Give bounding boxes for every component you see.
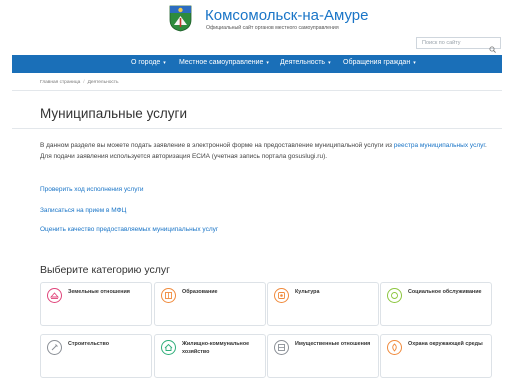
chevron-down-icon: ▾	[328, 60, 331, 66]
category-label: Жилищно-коммунальное хозяйство	[182, 341, 250, 355]
category-label: Имущественные отношения	[295, 341, 371, 347]
category-card-environment[interactable]: Охрана окружающей среды	[380, 334, 492, 378]
registry-link[interactable]: реестра муниципальных	[394, 142, 468, 149]
breadcrumb-separator: /	[83, 80, 85, 85]
registry-link-cont[interactable]: услуг	[470, 142, 485, 149]
category-label: Охрана окружающей среды	[408, 341, 483, 347]
rate-quality-link[interactable]: Оценить качество предоставляемых муницип…	[40, 226, 218, 233]
chevron-down-icon: ▾	[413, 60, 416, 66]
category-card-housing[interactable]: Жилищно-коммунальное хозяйство	[154, 334, 266, 378]
housing-icon	[161, 340, 176, 355]
category-label: Культура	[295, 289, 320, 295]
search-input[interactable]: Поиск по сайту	[416, 37, 501, 53]
nav-item-label: Обращения граждан	[343, 59, 411, 66]
breadcrumb: Главная страница / Деятельность	[40, 80, 119, 85]
category-card-construction[interactable]: Строительство	[40, 334, 152, 378]
nav-item-local-government[interactable]: Местное самоуправление ▾	[179, 59, 269, 66]
category-card-culture[interactable]: Культура	[267, 282, 379, 326]
nav-item-label: Местное самоуправление	[179, 59, 264, 66]
breadcrumb-home[interactable]: Главная страница	[40, 80, 80, 85]
nav-item-label: О городе	[131, 59, 161, 66]
property-icon	[274, 340, 289, 355]
culture-icon	[274, 288, 289, 303]
categories-title: Выберите категорию услуг	[40, 264, 170, 276]
breadcrumb-current[interactable]: Деятельность	[88, 80, 119, 85]
page-title: Муниципальные услуги	[40, 106, 188, 121]
mfc-appointment-link[interactable]: Записаться на прием в МФЦ	[40, 207, 126, 214]
category-label: Строительство	[68, 341, 109, 347]
nav-item-label: Деятельность	[280, 59, 326, 66]
social-icon	[387, 288, 402, 303]
site-subtitle: Официальный сайт органов местного самоуп…	[206, 25, 339, 31]
main-navigation: О городе ▾ Местное самоуправление ▾ Деятел…	[12, 55, 502, 73]
search-icon[interactable]	[489, 40, 496, 53]
land-icon	[47, 288, 62, 303]
divider	[12, 90, 502, 91]
intro-text-part: В данном разделе вы можете подать заявле…	[40, 142, 394, 149]
chevron-down-icon: ▾	[163, 60, 166, 66]
intro-text: В данном разделе вы можете подать заявле…	[40, 140, 495, 162]
category-card-education[interactable]: Образование	[154, 282, 266, 326]
construction-icon	[47, 340, 62, 355]
site-header: Комсомольск-на-Амуре Официальный сайт ор…	[0, 0, 505, 53]
site-title[interactable]: Комсомольск-на-Амуре	[205, 7, 368, 24]
search-placeholder: Поиск по сайту	[422, 40, 461, 46]
check-status-link[interactable]: Проверить ход исполнения услуги	[40, 186, 143, 193]
category-card-social[interactable]: Социальное обслуживание	[380, 282, 492, 326]
nav-item-about-city[interactable]: О городе ▾	[131, 59, 166, 66]
education-icon	[161, 288, 176, 303]
category-label: Образование	[182, 289, 218, 295]
nav-item-activity[interactable]: Деятельность ▾	[280, 59, 331, 66]
category-card-property[interactable]: Имущественные отношения	[267, 334, 379, 378]
category-label: Социальное обслуживание	[408, 289, 482, 295]
city-coat-of-arms-icon[interactable]	[169, 5, 192, 32]
category-label: Земельные отношения	[68, 289, 130, 295]
category-card-land[interactable]: Земельные отношения	[40, 282, 152, 326]
environment-icon	[387, 340, 402, 355]
divider	[12, 128, 502, 129]
chevron-down-icon: ▾	[266, 60, 269, 66]
nav-item-citizen-appeals[interactable]: Обращения граждан ▾	[343, 59, 416, 66]
